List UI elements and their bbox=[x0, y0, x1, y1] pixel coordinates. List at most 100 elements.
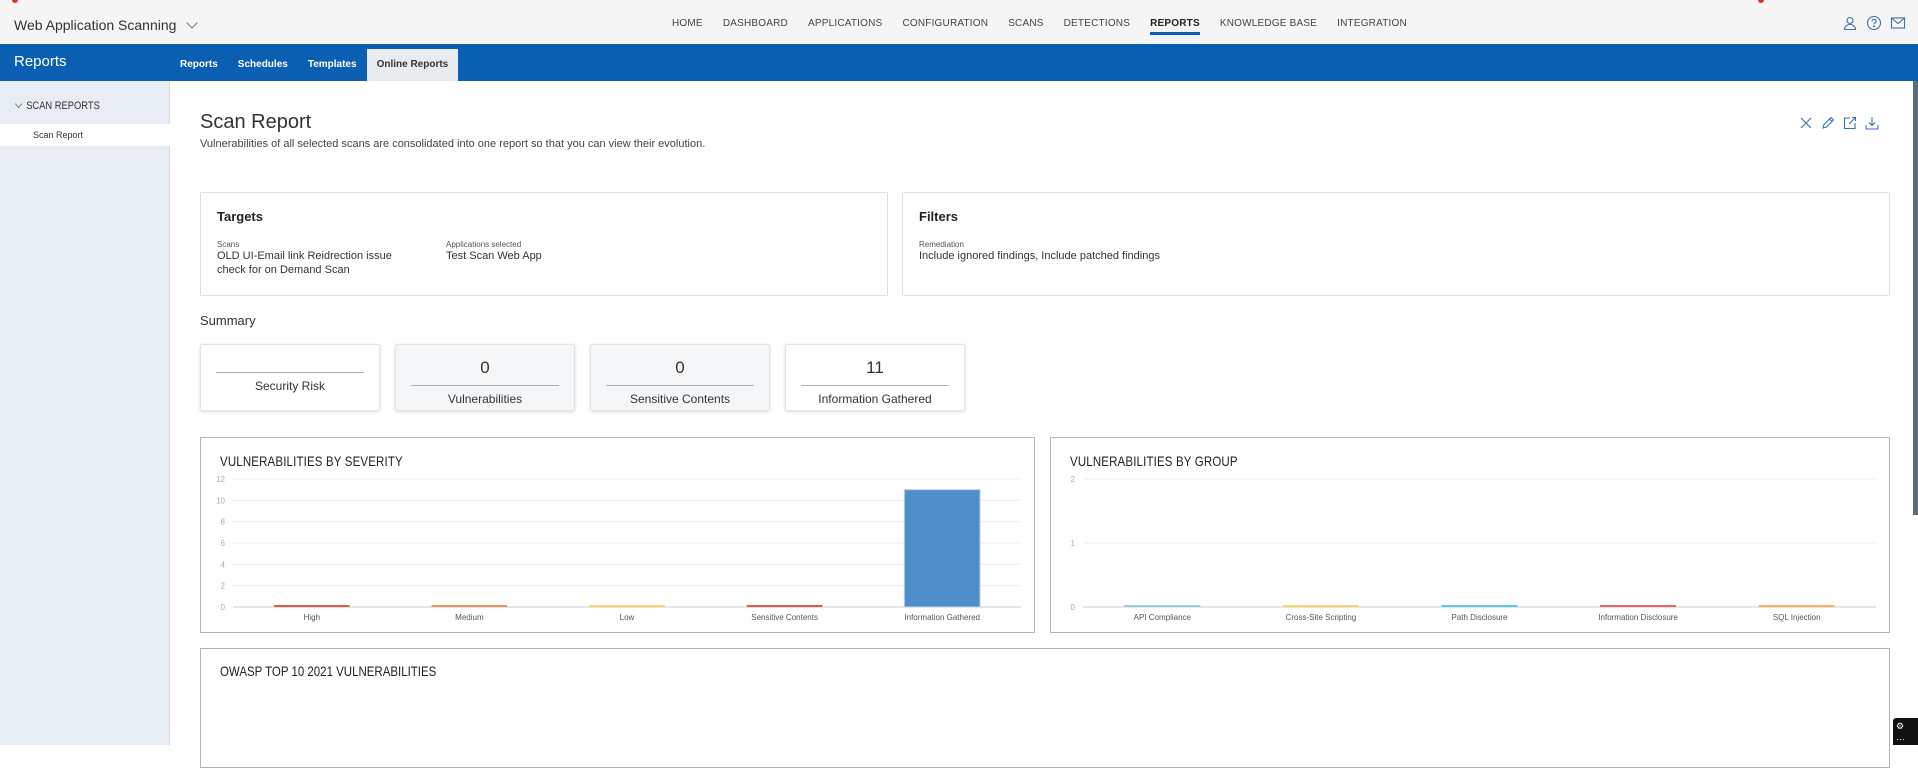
chevron-down-icon bbox=[14, 99, 23, 109]
y-tick-label: 2 bbox=[1071, 475, 1076, 484]
chevron-down-icon bbox=[186, 16, 199, 29]
sidebar-group-scan-reports[interactable]: SCAN REPORTS bbox=[14, 99, 100, 112]
divider bbox=[606, 385, 754, 386]
filters-title: Filters bbox=[919, 209, 959, 224]
app-title: Web Application Scanning bbox=[14, 17, 177, 33]
top-header: Web Application Scanning HOME DASHBOARD AP… bbox=[0, 0, 1918, 44]
tab-reports[interactable]: Reports bbox=[170, 49, 228, 81]
nav-scans[interactable]: SCANS bbox=[1008, 0, 1043, 44]
nav-reports[interactable]: REPORTS bbox=[1150, 0, 1200, 44]
x-tick-label: Medium bbox=[455, 613, 484, 622]
x-tick-label: API Compliance bbox=[1134, 613, 1192, 622]
x-tick-label: Information Gathered bbox=[904, 613, 980, 622]
y-tick-label: 6 bbox=[221, 539, 226, 548]
bar-cross-site-scripting bbox=[1282, 605, 1359, 607]
sidebar: SCAN REPORTS Scan Report bbox=[0, 81, 170, 745]
x-tick-label: High bbox=[304, 613, 320, 622]
y-tick-label: 0 bbox=[221, 603, 226, 612]
scrollbar[interactable] bbox=[1913, 81, 1918, 515]
summary-value: 0 bbox=[480, 358, 490, 377]
summary-label: Vulnerabilities bbox=[447, 392, 523, 406]
summary-label: Information Gathered bbox=[818, 392, 932, 406]
report-actions bbox=[1798, 115, 1880, 131]
filters-card: Filters Remediation Include ignored find… bbox=[902, 192, 1890, 296]
notification-dot bbox=[1758, 0, 1764, 3]
owasp-title: OWASP TOP 10 2021 VULNERABILITIES bbox=[220, 663, 437, 679]
nav-integration[interactable]: INTEGRATION bbox=[1337, 0, 1407, 44]
y-tick-label: 10 bbox=[216, 496, 225, 505]
download-icon[interactable] bbox=[1864, 115, 1880, 131]
summary-card-vulnerabilities[interactable]: 0 Vulnerabilities bbox=[395, 344, 575, 411]
owasp-card: OWASP TOP 10 2021 VULNERABILITIES bbox=[200, 648, 1890, 768]
header-icons bbox=[1842, 15, 1906, 31]
x-tick-label: Path Disclosure bbox=[1451, 613, 1508, 622]
page-description: Vulnerabilities of all selected scans ar… bbox=[200, 138, 706, 150]
nav-home[interactable]: HOME bbox=[672, 0, 703, 44]
tab-templates[interactable]: Templates bbox=[298, 49, 367, 81]
bar-api-compliance bbox=[1124, 605, 1201, 607]
bar-low bbox=[589, 605, 665, 607]
scans-value-line1: OLD UI-Email link Reidrection issue bbox=[217, 250, 392, 262]
scans-label: Scans bbox=[217, 240, 240, 249]
edit-icon[interactable] bbox=[1820, 115, 1836, 131]
bar-information-disclosure bbox=[1600, 605, 1677, 607]
summary-label: Security Risk bbox=[254, 379, 325, 393]
section-bar: Reports Reports Schedules Templates Online … bbox=[0, 44, 1918, 81]
y-tick-label: 0 bbox=[1071, 603, 1076, 612]
bar-medium bbox=[431, 605, 508, 607]
nav-applications[interactable]: APPLICATIONS bbox=[808, 0, 882, 44]
applications-value: Test Scan Web App bbox=[446, 250, 542, 262]
divider bbox=[411, 385, 559, 386]
tab-online-reports[interactable]: Online Reports bbox=[366, 49, 459, 81]
mail-icon[interactable] bbox=[1890, 15, 1906, 31]
tab-schedules[interactable]: Schedules bbox=[228, 49, 298, 81]
chart-vulnerabilities-by-group: VULNERABILITIES BY GROUP 0 1 2 API Complian… bbox=[1050, 437, 1890, 633]
app-switcher[interactable]: Web Application Scanning bbox=[14, 16, 199, 33]
section-title: Reports bbox=[14, 53, 67, 70]
logo-mark bbox=[12, 0, 18, 3]
nav-detections[interactable]: DETECTIONS bbox=[1064, 0, 1130, 44]
group-chart-svg: 0 1 2 API Compliance Cross-Site Scripting Pat… bbox=[1071, 475, 1876, 622]
summary-card-security-risk: Security Risk bbox=[200, 344, 380, 411]
x-tick-label: SQL Injection bbox=[1773, 613, 1821, 622]
summary-heading: Summary bbox=[200, 313, 256, 328]
scans-field: Scans OLD UI-Email link Reidrection issu… bbox=[217, 240, 392, 277]
close-icon[interactable] bbox=[1798, 115, 1814, 131]
bar-information-gathered bbox=[903, 489, 981, 608]
x-tick-label: Low bbox=[620, 613, 635, 622]
floating-widget[interactable]: ⚙ … bbox=[1893, 718, 1918, 745]
targets-card: Targets Scans OLD UI-Email link Reidrect… bbox=[200, 192, 888, 296]
nav-dashboard[interactable]: DASHBOARD bbox=[723, 0, 788, 44]
summary-card-sensitive-contents[interactable]: 0 Sensitive Contents bbox=[590, 344, 770, 411]
nav-configuration[interactable]: CONFIGURATION bbox=[902, 0, 988, 44]
help-icon[interactable] bbox=[1866, 15, 1882, 31]
remediation-value: Include ignored findings, Include patche… bbox=[919, 250, 1160, 262]
bar-sensitive-contents bbox=[746, 605, 823, 607]
severity-chart-svg: 0 2 4 6 8 10 12 High Medium Low Sensitive Contents… bbox=[216, 475, 1021, 622]
page-title: Scan Report bbox=[200, 111, 312, 133]
main-nav: HOME DASHBOARD APPLICATIONS CONFIGURATION SC… bbox=[672, 0, 1407, 44]
summary-value: 0 bbox=[675, 358, 685, 377]
y-tick-label: 12 bbox=[216, 475, 225, 484]
bar-high bbox=[273, 605, 350, 607]
summary-value: 11 bbox=[866, 358, 884, 377]
x-tick-label: Sensitive Contents bbox=[751, 613, 818, 622]
user-icon[interactable] bbox=[1842, 15, 1858, 31]
remediation-field: Remediation Include ignored findings, In… bbox=[919, 240, 1160, 263]
scans-value-line2: check for on Demand Scan bbox=[217, 264, 350, 276]
y-tick-label: 1 bbox=[1071, 539, 1076, 548]
applications-field: Applications selected Test Scan Web App bbox=[446, 240, 542, 263]
x-tick-label: Cross-Site Scripting bbox=[1286, 613, 1357, 622]
sidebar-group-label: SCAN REPORTS bbox=[26, 100, 100, 112]
remediation-label: Remediation bbox=[919, 240, 964, 249]
divider bbox=[216, 372, 364, 373]
targets-title: Targets bbox=[217, 209, 263, 224]
sidebar-item-scan-report[interactable]: Scan Report bbox=[0, 124, 170, 146]
open-external-icon[interactable] bbox=[1842, 115, 1858, 131]
bar-sql-injection bbox=[1758, 605, 1835, 607]
nav-knowledge-base[interactable]: KNOWLEDGE BASE bbox=[1220, 0, 1317, 44]
sub-tabs: Reports Schedules Templates Online Reports bbox=[170, 49, 459, 81]
y-tick-label: 4 bbox=[221, 560, 226, 569]
summary-card-information-gathered[interactable]: 11 Information Gathered bbox=[785, 344, 965, 411]
x-tick-label: Information Disclosure bbox=[1598, 613, 1678, 622]
